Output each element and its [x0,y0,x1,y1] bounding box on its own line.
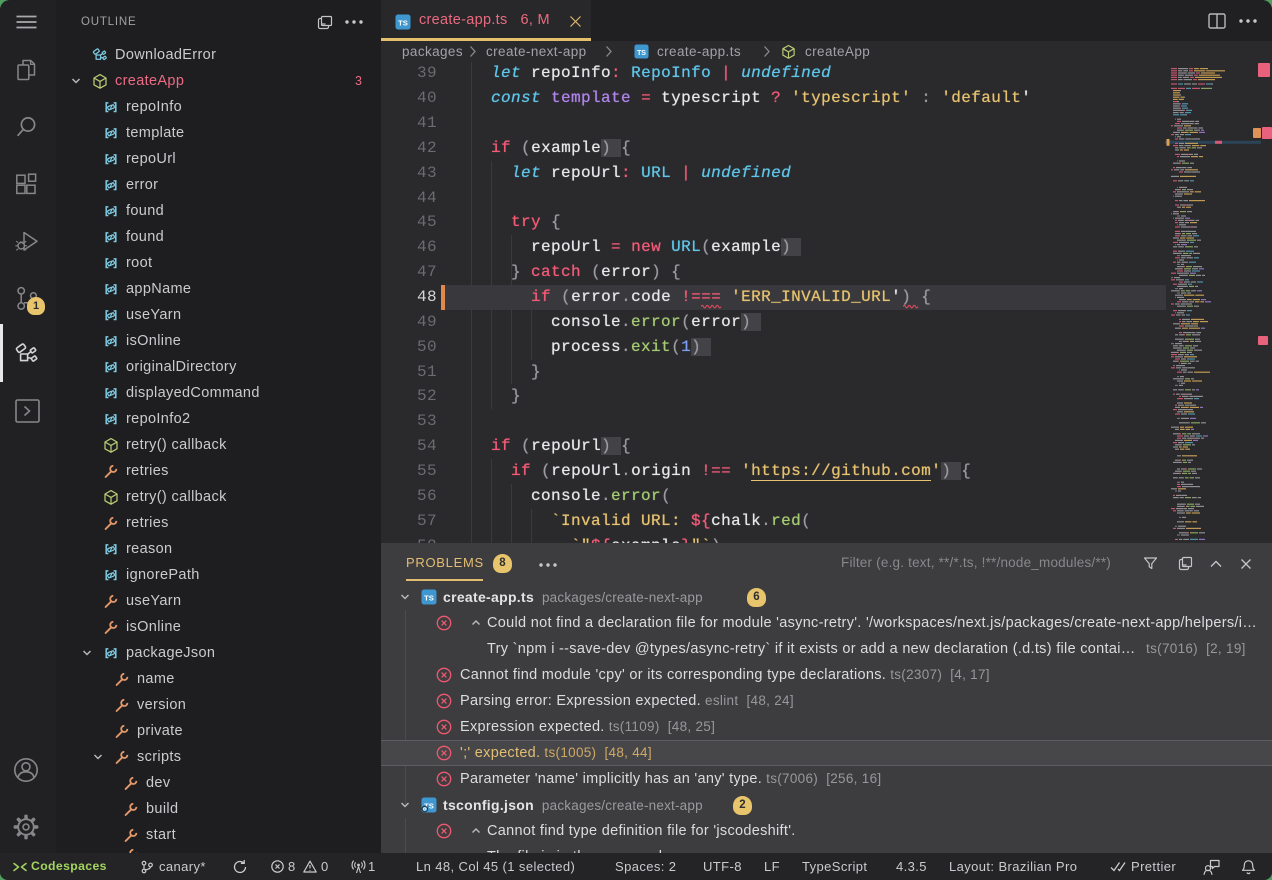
svg-text:TS: TS [424,594,434,603]
svg-text:TS: TS [637,49,646,57]
svg-text:TS: TS [398,19,408,28]
